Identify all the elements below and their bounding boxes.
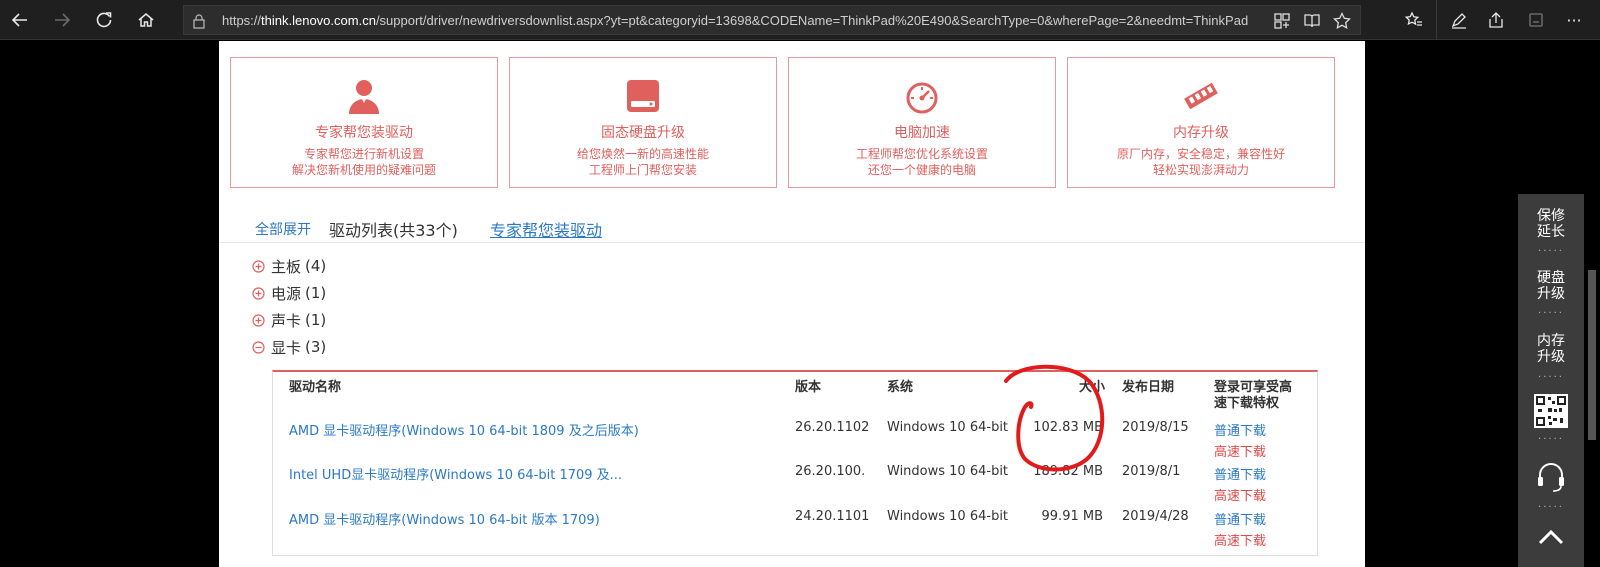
fast-download-link[interactable]: 高速下载 — [1214, 441, 1266, 460]
expand-plus-icon — [252, 286, 265, 300]
lock-icon — [193, 14, 205, 29]
expert-install-link[interactable]: 专家帮您装驱动 — [490, 217, 602, 241]
speedometer-icon — [906, 82, 938, 114]
home-icon — [138, 13, 154, 27]
ssd-drive-icon — [627, 80, 659, 112]
category-power[interactable]: 电源 (1) — [252, 282, 326, 304]
side-divider: ····· — [1538, 372, 1564, 383]
scrollbar-thumb[interactable] — [1588, 270, 1596, 440]
service-desc: 给您焕然一新的高速性能 工程师上门帮您安装 — [576, 147, 709, 177]
extension-icon — [1529, 13, 1543, 27]
fast-download-link[interactable]: 高速下载 — [1214, 485, 1266, 504]
service-title: 内存升级 — [1173, 125, 1229, 141]
category-graphics[interactable]: 显卡 (3) — [252, 336, 326, 358]
expert-person-icon — [349, 80, 379, 114]
category-sound[interactable]: 声卡 (1) — [252, 309, 326, 331]
service-card-ssd-upgrade[interactable]: 固态硬盘升级 给您焕然一新的高速性能 工程师上门帮您安装 — [509, 57, 777, 188]
expand-all-link[interactable]: 全部展开 — [255, 219, 311, 239]
service-desc: 原厂内存，安全稳定，兼容性好 轻松实现澎湃动力 — [1116, 147, 1285, 177]
arrow-left-icon — [11, 13, 27, 27]
refresh-button[interactable] — [90, 6, 118, 34]
back-button[interactable] — [6, 6, 34, 34]
expand-plus-icon — [252, 313, 265, 327]
driver-name-link[interactable]: Intel UHD显卡驱动程序(Windows 10 64-bit 1709 及… — [289, 464, 622, 483]
toolbar-separator — [1436, 0, 1437, 40]
driver-size: 99.91 MB — [1041, 509, 1103, 524]
address-bar[interactable]: https://think.lenovo.com.cn/support/driv… — [183, 5, 1361, 35]
arrow-right-icon — [55, 13, 71, 27]
chevron-up-icon[interactable] — [1537, 528, 1565, 546]
service-card-expert-install[interactable]: 专家帮您装驱动 专家帮您进行新机设置 解决您新机使用的疑难问题 — [230, 57, 498, 188]
side-divider: ····· — [1538, 246, 1564, 257]
side-divider: ····· — [1538, 502, 1564, 513]
headset-support-icon[interactable] — [1535, 460, 1567, 494]
fast-download-link[interactable]: 高速下载 — [1214, 530, 1266, 549]
forward-button[interactable] — [48, 6, 76, 34]
service-card-pc-speedup[interactable]: 电脑加速 工程师帮您优化系统设置 还您一个健康的电脑 — [788, 57, 1056, 188]
driver-name-link[interactable]: AMD 显卡驱动程序(Windows 10 64-bit 1809 及之后版本) — [289, 420, 639, 439]
driver-system: Windows 10 64-bit — [887, 509, 1009, 524]
driver-date: 2019/8/15 — [1122, 420, 1189, 435]
qr-code-icon[interactable] — [1534, 394, 1568, 428]
share-icon — [1489, 12, 1503, 28]
col-header-size: 大小 — [1079, 380, 1106, 395]
pen-icon — [1451, 13, 1466, 29]
app-icon[interactable] — [1272, 11, 1292, 31]
page-content: 专家帮您装驱动 专家帮您进行新机设置 解决您新机使用的疑难问题 固态硬盘升级 给您… — [219, 41, 1365, 567]
home-button[interactable] — [132, 6, 160, 34]
driver-system: Windows 10 64-bit — [887, 464, 1009, 479]
normal-download-link[interactable]: 普通下载 — [1214, 464, 1266, 483]
driver-list-header: 全部展开 驱动列表(共33个) 专家帮您装驱动 — [219, 211, 1365, 243]
service-card-memory-upgrade[interactable]: 内存升级 原厂内存，安全稳定，兼容性好 轻松实现澎湃动力 — [1067, 57, 1335, 188]
col-header-download: 登录可享受高 速下载特权 — [1214, 380, 1293, 411]
favorites-button[interactable] — [1400, 6, 1428, 34]
favorites-list-icon — [1404, 11, 1422, 26]
driver-name-link[interactable]: AMD 显卡驱动程序(Windows 10 64-bit 版本 1709) — [289, 509, 600, 528]
driver-list-title: 驱动列表(共33个) — [329, 221, 458, 240]
notes-button[interactable] — [1445, 6, 1473, 34]
collapse-minus-icon — [252, 340, 265, 354]
col-header-version: 版本 — [795, 380, 822, 395]
refresh-icon — [96, 12, 112, 28]
side-item-memory-upgrade[interactable]: 内存 升级 — [1518, 333, 1584, 365]
url-text[interactable]: https://think.lenovo.com.cn/support/driv… — [222, 13, 1252, 28]
service-desc: 工程师帮您优化系统设置 还您一个健康的电脑 — [855, 147, 988, 177]
expand-plus-icon — [252, 259, 265, 273]
driver-system: Windows 10 64-bit — [887, 420, 1009, 435]
driver-version: 26.20.100. — [795, 464, 866, 479]
floating-side-bar: 保修 延长 ····· 硬盘 升级 ····· 内存 升级 ····· ····· ·… — [1518, 194, 1584, 567]
driver-date: 2019/4/28 — [1122, 509, 1189, 524]
memory-stick-icon — [1184, 82, 1218, 110]
side-divider: ····· — [1538, 308, 1564, 319]
driver-version: 26.20.1102 — [795, 420, 870, 435]
col-header-system: 系统 — [887, 380, 914, 395]
share-button[interactable] — [1482, 6, 1510, 34]
normal-download-link[interactable]: 普通下载 — [1214, 509, 1266, 528]
col-header-name: 驱动名称 — [289, 380, 342, 395]
service-title: 专家帮您装驱动 — [315, 125, 413, 141]
favorite-star-icon[interactable] — [1332, 11, 1352, 31]
driver-date: 2019/8/1 — [1122, 464, 1181, 479]
extension-button[interactable] — [1522, 6, 1550, 34]
service-title: 固态硬盘升级 — [601, 125, 685, 141]
service-desc: 专家帮您进行新机设置 解决您新机使用的疑难问题 — [291, 147, 436, 177]
category-motherboard[interactable]: 主板 (4) — [252, 255, 326, 277]
driver-size: 189.82 MB — [1033, 464, 1103, 479]
driver-version: 24.20.1101 — [795, 509, 870, 524]
driver-size: 102.83 MB — [1033, 420, 1103, 435]
side-item-warranty-extend[interactable]: 保修 延长 — [1518, 208, 1584, 240]
reading-view-icon[interactable] — [1302, 11, 1322, 31]
col-header-date: 发布日期 — [1122, 380, 1175, 395]
normal-download-link[interactable]: 普通下载 — [1214, 420, 1266, 439]
side-item-disk-upgrade[interactable]: 硬盘 升级 — [1518, 270, 1584, 302]
service-title: 电脑加速 — [894, 125, 950, 141]
side-divider: ····· — [1538, 434, 1564, 445]
more-button[interactable]: ··· — [1560, 6, 1588, 34]
browser-toolbar: https://think.lenovo.com.cn/support/driv… — [0, 0, 1600, 40]
driver-table: 驱动名称 版本 系统 大小 发布日期 登录可享受高 速下载特权 AMD 显卡驱动程… — [272, 370, 1318, 556]
